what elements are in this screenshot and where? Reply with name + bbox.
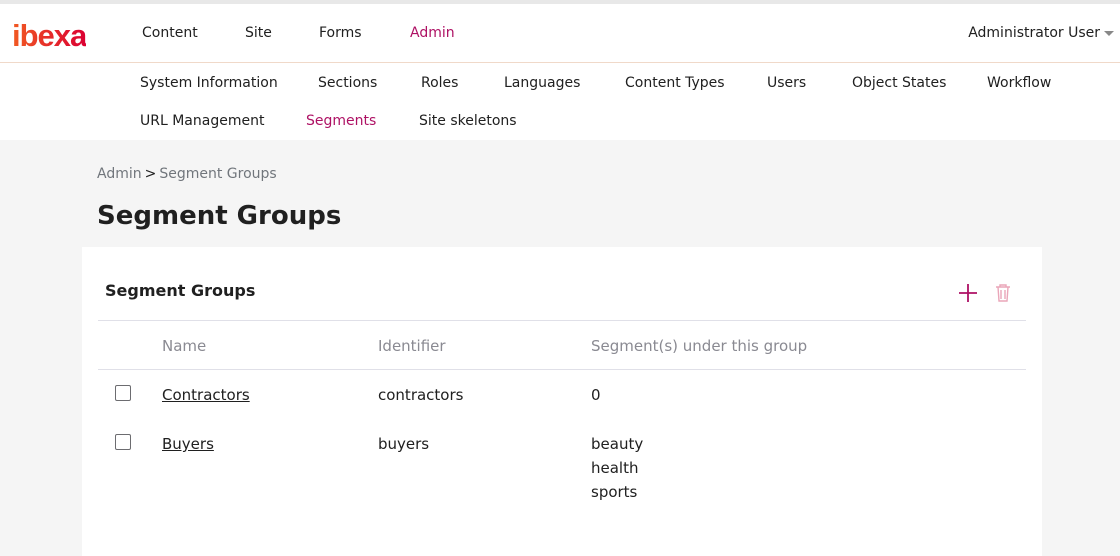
breadcrumb-separator: > bbox=[144, 166, 157, 182]
segment-item: beauty bbox=[591, 435, 644, 453]
segment-group-name-link[interactable]: Contractors bbox=[162, 383, 250, 407]
row-checkbox[interactable] bbox=[115, 434, 131, 450]
breadcrumb-current: Segment Groups bbox=[159, 166, 277, 182]
subnav-workflow[interactable]: Workflow bbox=[987, 73, 1051, 93]
card-title: Segment Groups bbox=[105, 281, 256, 300]
admin-sub-navigation: System Information Sections Roles Langua… bbox=[0, 63, 1120, 140]
subnav-object-states[interactable]: Object States bbox=[852, 73, 946, 93]
subnav-url-management[interactable]: URL Management bbox=[140, 111, 264, 131]
top-navigation-bar: ibexa Content Site Forms Admin Administr… bbox=[0, 4, 1120, 63]
subnav-segments[interactable]: Segments bbox=[306, 111, 376, 131]
subnav-roles[interactable]: Roles bbox=[421, 73, 458, 93]
table-divider-header bbox=[98, 369, 1026, 370]
segment-group-identifier: contractors bbox=[378, 386, 464, 404]
segment-group-name-link[interactable]: Buyers bbox=[162, 432, 214, 456]
page-title: Segment Groups bbox=[97, 201, 342, 231]
column-header-name: Name bbox=[162, 337, 207, 355]
subnav-content-types[interactable]: Content Types bbox=[625, 73, 725, 93]
plus-icon bbox=[959, 284, 977, 302]
subnav-users[interactable]: Users bbox=[767, 73, 806, 93]
table-divider-top bbox=[98, 320, 1026, 321]
delete-segment-group-button[interactable] bbox=[991, 281, 1015, 305]
breadcrumb: Admin > Segment Groups bbox=[97, 164, 277, 184]
ibexa-logo[interactable]: ibexa bbox=[12, 20, 87, 51]
segment-list: 0 bbox=[591, 383, 601, 407]
subnav-sections[interactable]: Sections bbox=[318, 73, 377, 93]
main-nav-site[interactable]: Site bbox=[245, 4, 272, 63]
column-header-identifier: Identifier bbox=[378, 337, 446, 355]
segment-groups-card: Segment Groups Name Identifier Segment(s… bbox=[82, 247, 1042, 556]
segment-item: health bbox=[591, 459, 639, 477]
subnav-site-skeletons[interactable]: Site skeletons bbox=[419, 111, 517, 131]
subnav-system-information[interactable]: System Information bbox=[140, 73, 278, 93]
column-header-segments: Segment(s) under this group bbox=[591, 337, 808, 355]
chevron-down-icon bbox=[1104, 30, 1114, 36]
segment-item: sports bbox=[591, 483, 638, 501]
user-menu-label: Administrator User bbox=[968, 25, 1100, 41]
breadcrumb-admin[interactable]: Admin bbox=[97, 166, 142, 182]
subnav-languages[interactable]: Languages bbox=[504, 73, 580, 93]
row-checkbox[interactable] bbox=[115, 385, 131, 401]
segment-group-identifier: buyers bbox=[378, 435, 430, 453]
trash-icon bbox=[996, 284, 1010, 302]
main-nav-admin[interactable]: Admin bbox=[410, 4, 455, 63]
main-nav-forms[interactable]: Forms bbox=[319, 4, 362, 63]
segment-item: 0 bbox=[591, 386, 601, 404]
user-menu[interactable]: Administrator User bbox=[968, 4, 1114, 63]
main-nav-content[interactable]: Content bbox=[142, 4, 198, 63]
segment-list: beauty health sports bbox=[591, 432, 643, 504]
add-segment-group-button[interactable] bbox=[956, 281, 980, 305]
